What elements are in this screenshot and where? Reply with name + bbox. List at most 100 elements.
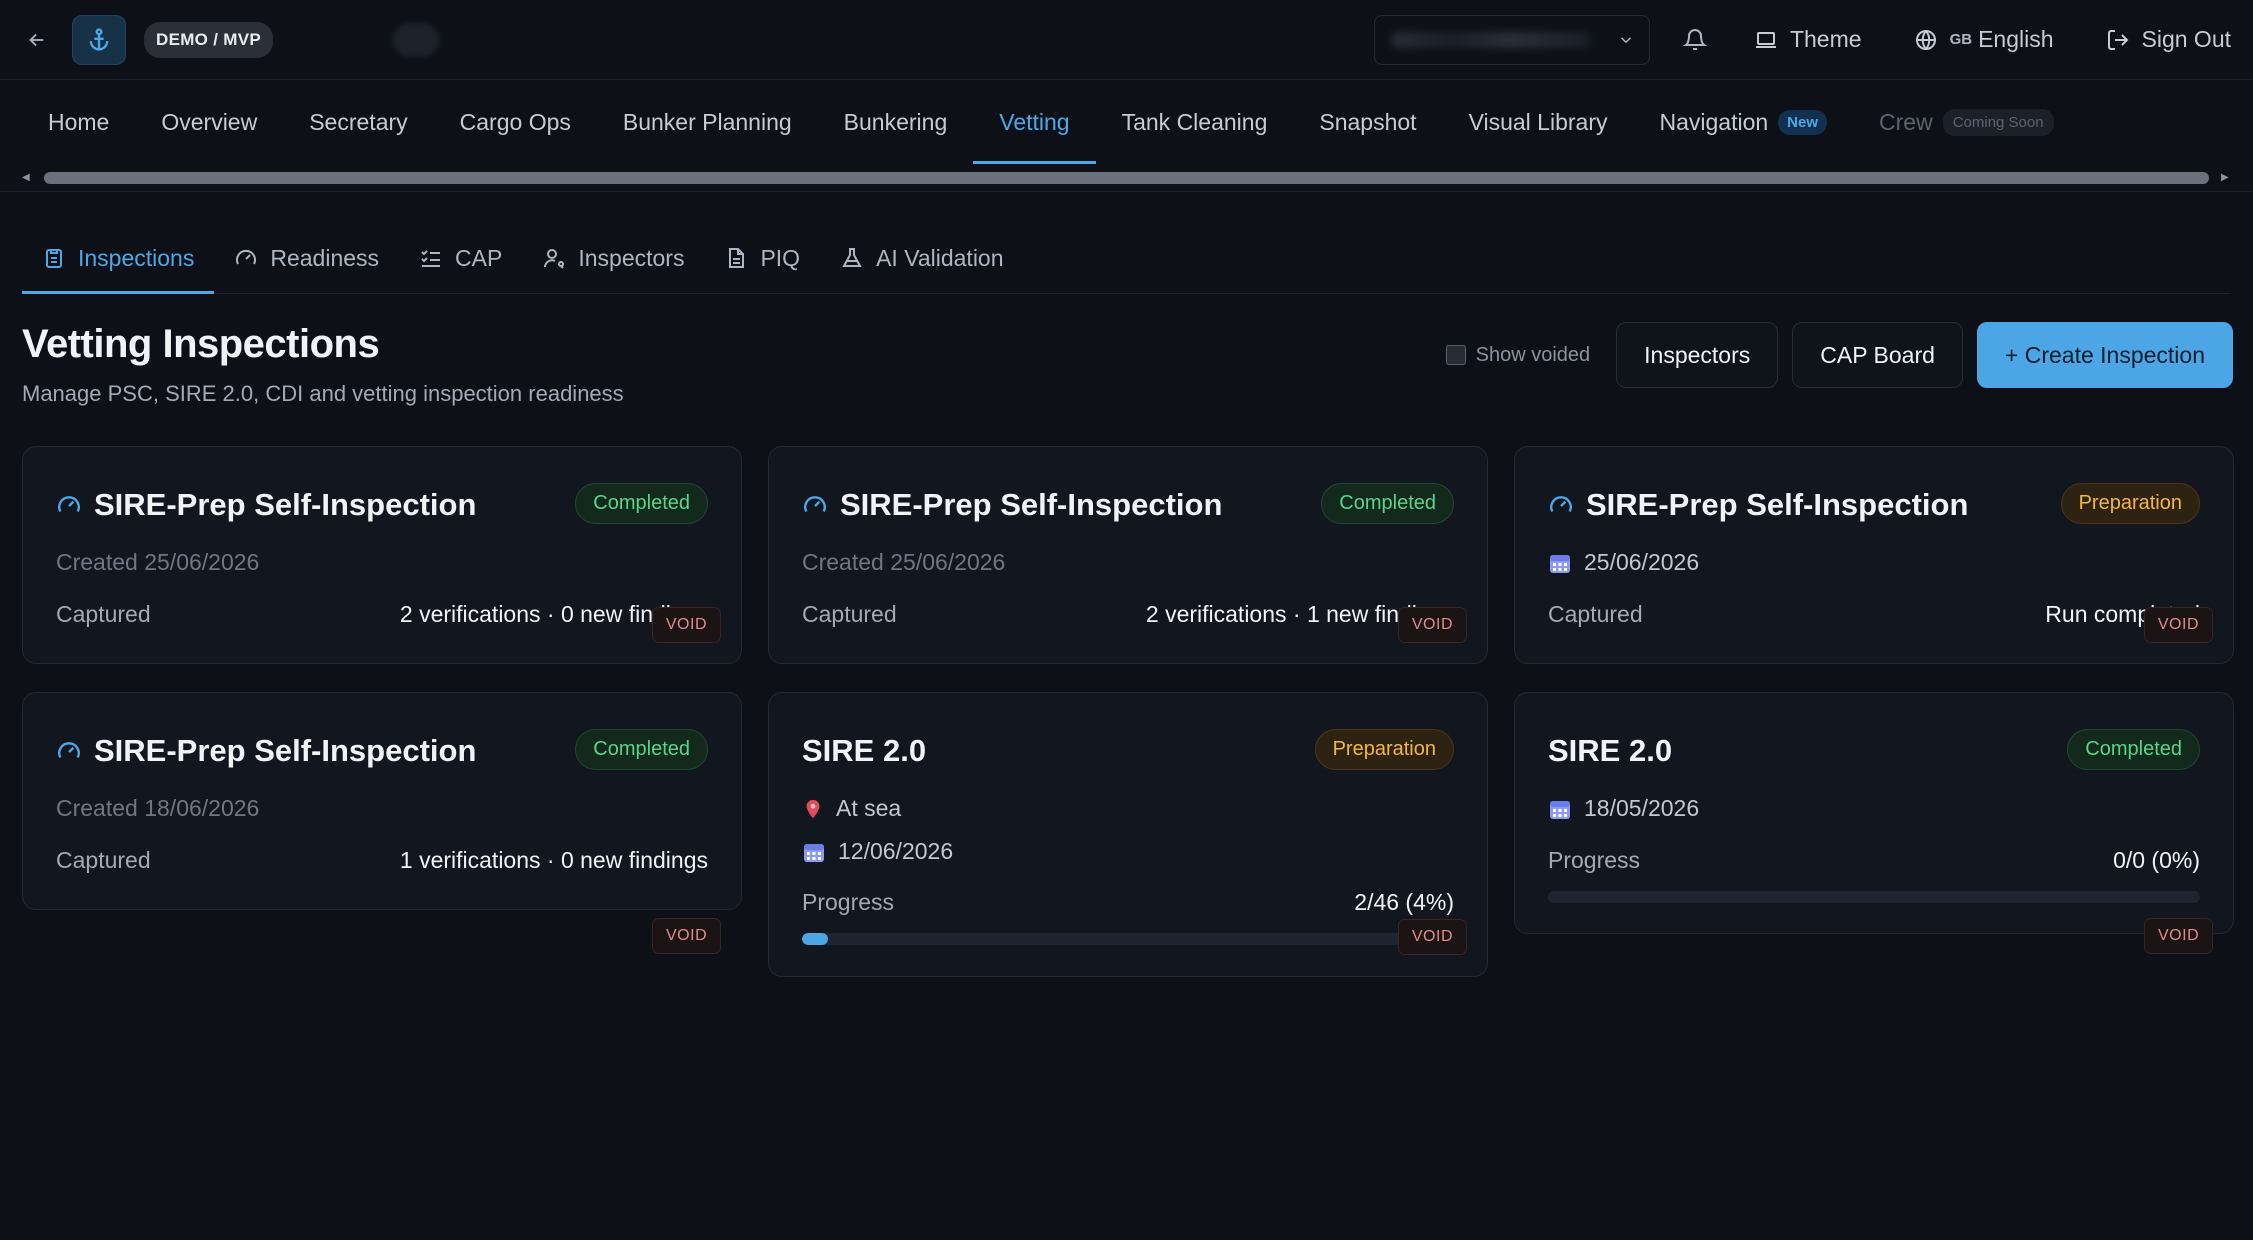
scroll-track[interactable] — [44, 171, 2209, 184]
cap-board-button[interactable]: CAP Board — [1792, 322, 1963, 388]
main-nav: Home Overview Secretary Cargo Ops Bunker… — [0, 80, 2253, 164]
row-key: Progress — [1548, 847, 1641, 873]
row-key: Captured — [802, 601, 897, 627]
nav-label: Bunkering — [843, 108, 948, 135]
nav-tank-cleaning[interactable]: Tank Cleaning — [1096, 80, 1294, 164]
flask-icon — [842, 248, 862, 267]
scroll-left-icon[interactable]: ◀ — [22, 172, 32, 183]
progress-row: Progress 2/46 (4%) — [802, 889, 1454, 916]
nav-label: Tank Cleaning — [1121, 108, 1268, 135]
void-button[interactable]: VOID — [1397, 607, 1467, 643]
gauge-icon — [58, 742, 80, 759]
nav-label: Crew — [1879, 108, 1933, 135]
date-text: 25/06/2026 — [1584, 549, 1700, 575]
date-text: 18/05/2026 — [1584, 795, 1700, 821]
language-label: English — [1978, 26, 2054, 52]
card-title-text: SIRE-Prep Self-Inspection — [94, 733, 477, 768]
row-key: Captured — [1548, 601, 1643, 627]
void-button[interactable]: VOID — [2144, 918, 2214, 954]
nav-navigation[interactable]: Navigation New — [1633, 80, 1853, 164]
nav-label: Snapshot — [1319, 108, 1417, 135]
tab-label: Inspections — [78, 244, 195, 271]
captured-row: Captured Run completed — [1548, 601, 2200, 628]
gauge-icon — [58, 496, 80, 513]
tab-piq[interactable]: PIQ — [704, 223, 820, 293]
checkbox-box[interactable] — [1445, 345, 1466, 365]
tab-inspectors[interactable]: Inspectors — [522, 223, 704, 293]
checkbox-label: Show voided — [1475, 343, 1591, 366]
vessel-selector[interactable] — [1373, 14, 1650, 65]
nav-snapshot[interactable]: Snapshot — [1293, 80, 1442, 164]
inspection-card[interactable]: SIRE-Prep Self-Inspection Preparation 25… — [1514, 446, 2234, 664]
calendar-icon — [804, 843, 824, 862]
nav-crew: Crew Coming Soon — [1853, 80, 2080, 164]
inspection-card[interactable]: SIRE 2.0 Completed 18/05/2026 Progress 0… — [1514, 692, 2234, 934]
void-button[interactable]: VOID — [651, 607, 721, 643]
card-title: SIRE-Prep Self-Inspection — [56, 487, 476, 523]
calendar-icon — [1550, 554, 1570, 573]
created-date: Created 25/06/2026 — [802, 549, 1006, 575]
nav-home[interactable]: Home — [22, 80, 135, 164]
nav-label: Secretary — [309, 108, 408, 135]
sub-tabs: Inspections Readiness CAP Inspectors PIQ… — [22, 192, 2231, 294]
nav-secretary[interactable]: Secretary — [283, 80, 433, 164]
status-badge: Completed — [2067, 729, 2200, 770]
scroll-thumb[interactable] — [44, 171, 2209, 184]
nav-vetting[interactable]: Vetting — [973, 80, 1096, 164]
anchor-logo-icon[interactable] — [72, 14, 126, 65]
scroll-right-icon[interactable]: ▶ — [2221, 172, 2231, 183]
nav-cargo-ops[interactable]: Cargo Ops — [434, 80, 597, 164]
void-button[interactable]: VOID — [2143, 607, 2213, 643]
tab-readiness[interactable]: Readiness — [214, 223, 399, 293]
page-title: Vetting Inspections — [22, 322, 380, 366]
card-title: SIRE-Prep Self-Inspection — [56, 733, 476, 769]
nav-overview[interactable]: Overview — [135, 80, 283, 164]
tab-label: AI Validation — [876, 244, 1004, 271]
nav-scrollbar[interactable]: ◀ ▶ — [0, 164, 2253, 192]
inspectors-button[interactable]: Inspectors — [1616, 322, 1779, 388]
card-title-text: SIRE 2.0 — [1548, 733, 1673, 768]
page-header: Vetting Inspections Manage PSC, SIRE 2.0… — [0, 294, 2253, 454]
captured-row: Captured 1 verifications · 0 new finding… — [56, 847, 708, 874]
created-date: Created 25/06/2026 — [56, 549, 260, 575]
inspection-card[interactable]: SIRE 2.0 Preparation At sea 12/06/2026 P… — [768, 692, 1488, 977]
void-button[interactable]: VOID — [1397, 919, 1467, 955]
show-voided-checkbox[interactable]: Show voided — [1445, 343, 1591, 367]
nav-bunker-planning[interactable]: Bunker Planning — [597, 80, 818, 164]
void-button[interactable]: VOID — [652, 918, 722, 954]
row-key: Progress — [802, 889, 895, 915]
status-badge: Completed — [1321, 483, 1454, 524]
inspection-card[interactable]: SIRE-Prep Self-Inspection Completed Crea… — [22, 692, 742, 910]
date-row: 12/06/2026 — [802, 838, 953, 865]
tab-ai-validation[interactable]: AI Validation — [820, 223, 1023, 293]
coming-soon-badge: Coming Soon — [1942, 108, 2054, 136]
language-button[interactable]: GB English — [1914, 26, 2054, 53]
tab-label: PIQ — [760, 244, 801, 271]
globe-icon — [1915, 29, 1936, 50]
theme-button[interactable]: Theme — [1754, 26, 1862, 53]
document-icon — [729, 248, 745, 268]
new-badge: New — [1778, 109, 1828, 135]
nav-label: Vetting — [999, 108, 1070, 135]
row-key: Captured — [56, 601, 151, 627]
redacted-chip — [393, 22, 440, 57]
tab-inspections[interactable]: Inspections — [22, 223, 215, 294]
language-code: GB — [1949, 31, 1973, 48]
back-arrow-icon[interactable] — [22, 25, 52, 55]
create-inspection-button[interactable]: + Create Inspection — [1976, 322, 2233, 388]
status-badge: Preparation — [1314, 729, 1454, 770]
nav-visual-library[interactable]: Visual Library — [1443, 80, 1634, 164]
sign-out-button[interactable]: Sign Out — [2106, 26, 2231, 53]
tab-cap[interactable]: CAP — [399, 223, 522, 293]
gauge-icon — [804, 496, 826, 513]
bell-icon[interactable] — [1680, 25, 1710, 55]
inspection-card[interactable]: SIRE-Prep Self-Inspection Completed Crea… — [768, 446, 1488, 664]
chevron-down-icon — [1620, 36, 1631, 43]
inspection-card[interactable]: SIRE-Prep Self-Inspection Completed Crea… — [22, 446, 742, 664]
page-subtitle: Manage PSC, SIRE 2.0, CDI and vetting in… — [22, 381, 624, 406]
row-value: 2/46 (4%) — [1354, 889, 1454, 915]
card-title: SIRE 2.0 — [1548, 733, 1672, 769]
progress-bar — [1548, 891, 2200, 903]
created-date: Created 18/06/2026 — [56, 795, 260, 821]
nav-bunkering[interactable]: Bunkering — [818, 80, 974, 164]
